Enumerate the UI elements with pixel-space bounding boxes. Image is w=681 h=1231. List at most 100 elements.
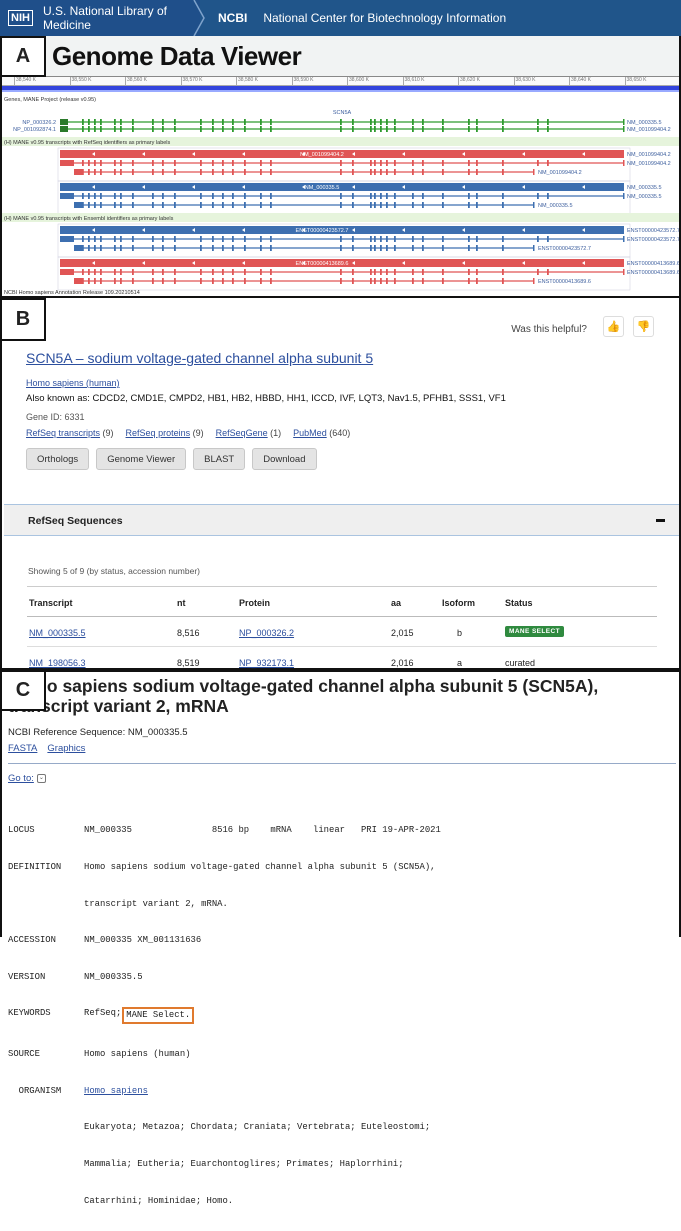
mane-transcript-exon — [260, 119, 262, 125]
protein-link[interactable]: NP_000326.2 — [239, 628, 294, 638]
transcript-exon — [232, 278, 234, 284]
transcript-label: NM_001099404.2 — [538, 170, 582, 176]
organism-link[interactable]: Homo sapiens (human) — [26, 378, 120, 388]
transcript-exon — [94, 202, 96, 208]
pubmed-link[interactable]: PubMed — [293, 428, 327, 438]
mane-select-highlight: MANE Select. — [122, 1007, 195, 1024]
mane-transcript-exon — [386, 119, 388, 125]
transcript-exon — [152, 202, 154, 208]
refseq-transcripts-link[interactable]: RefSeq transcripts — [26, 428, 100, 438]
ruler-tick-label: 38,570 K — [180, 77, 203, 86]
transcript-exon — [394, 160, 396, 166]
refseqgene-link[interactable]: RefSeqGene — [216, 428, 268, 438]
transcript-exon — [340, 269, 342, 275]
track-area[interactable]: Genes, MANE Project (release v0.95) SCN5A… — [2, 92, 680, 333]
transcript-exon — [152, 245, 154, 251]
transcript-exon — [374, 278, 376, 284]
ruler-tick-label: 38,580 K — [236, 77, 258, 86]
transcript-exon — [340, 202, 342, 208]
transcript-label: ENST00000423572.7 — [538, 246, 591, 252]
mane-transcript-exon — [82, 119, 84, 125]
organism-link[interactable]: Homo sapiens — [84, 1085, 148, 1097]
transcript-end — [533, 202, 535, 208]
transcript-exon — [82, 160, 84, 166]
genome-viewer-button[interactable]: Genome Viewer — [96, 448, 187, 470]
panel-b-gene-summary: Was this helpful? 👍 👎 SCN5A – sodium vol… — [0, 298, 681, 670]
thumbs-down-button[interactable]: 👎 — [633, 316, 654, 337]
transcript-exon — [352, 202, 354, 208]
ncbi-home-link[interactable]: NCBI — [218, 11, 247, 25]
mane-transcript-end — [623, 126, 625, 132]
transcript-exon — [132, 160, 134, 166]
transcript-exon — [232, 193, 234, 199]
transcript-exon — [502, 236, 504, 242]
transcript-exon — [114, 202, 116, 208]
transcript-link[interactable]: NM_198056.3 — [29, 658, 86, 668]
transcript-exon — [120, 160, 122, 166]
transcript-exon — [394, 245, 396, 251]
download-button[interactable]: Download — [252, 448, 317, 470]
gene-title-link[interactable]: SCN5A – sodium voltage-gated channel alp… — [26, 350, 373, 366]
transcript-exon — [442, 269, 444, 275]
transcript-exon — [352, 169, 354, 175]
thumbs-up-button[interactable]: 👍 — [603, 316, 624, 337]
goto-link[interactable]: Go to: — [8, 773, 34, 784]
transcript-exon — [340, 193, 342, 199]
mane-transcript-exon — [162, 126, 164, 132]
transcript-exon — [352, 245, 354, 251]
transcript-exon — [386, 278, 388, 284]
transcript-link[interactable]: NM_000335.5 — [29, 628, 86, 638]
transcript-exon — [200, 193, 202, 199]
gene-label: SCN5A — [333, 110, 352, 116]
orthologs-button[interactable]: Orthologs — [26, 448, 90, 470]
transcript-exon — [374, 269, 376, 275]
fasta-link[interactable]: FASTA — [8, 743, 37, 754]
transcript-exon — [200, 202, 202, 208]
transcript-end — [623, 193, 625, 199]
coordinate-ruler[interactable]: 38,540 K 38,550 K 38,560 K 38,570 K 38,580 K… — [2, 76, 679, 86]
graphics-link[interactable]: Graphics — [47, 743, 85, 754]
transcript-exon — [152, 278, 154, 284]
transcript-exon — [114, 193, 116, 199]
transcript-exon — [386, 160, 388, 166]
refseq-proteins-link[interactable]: RefSeq proteins — [126, 428, 191, 438]
protein-link[interactable]: NP_932173.1 — [239, 658, 294, 668]
feedback-prompt: Was this helpful? — [511, 324, 587, 335]
transcript-exon — [374, 193, 376, 199]
transcript-exon — [502, 245, 504, 251]
mane-transcript-exon — [537, 126, 539, 132]
transcript-exon — [174, 160, 176, 166]
panel-label-a: A — [0, 36, 46, 77]
nlm-home-link[interactable]: NIH U.S. National Library of Medicine — [0, 0, 205, 36]
transcript-end — [533, 278, 535, 284]
link-count: (1) — [270, 428, 282, 438]
ruler-tick-label: 38,610 K — [402, 77, 425, 86]
transcript-exon — [260, 278, 262, 284]
transcript-exon — [200, 160, 202, 166]
refseq-section-header[interactable]: RefSeq Sequences — [4, 504, 679, 536]
transcript-end — [623, 236, 625, 242]
mane-transcript-exon — [212, 126, 214, 132]
transcript-exon — [370, 269, 372, 275]
collapse-icon[interactable] — [656, 519, 665, 522]
mane-transcript-exon — [174, 126, 176, 132]
mane-transcript-exon — [200, 119, 202, 125]
showing-count: Showing 5 of 9 (by status, accession num… — [28, 566, 200, 576]
transcript-exon — [547, 193, 549, 199]
transcript-exon — [502, 269, 504, 275]
transcript-exon — [468, 202, 470, 208]
blast-button[interactable]: BLAST — [193, 448, 246, 470]
chevron-down-icon[interactable]: ⌄ — [36, 774, 46, 783]
gb-lineage: Catarrhini; Hominidae; Homo. — [84, 1195, 234, 1206]
mane-transcript-exon — [476, 119, 478, 125]
goto-menu[interactable]: Go to: ⌄ — [8, 773, 46, 784]
mane-transcript-exon — [340, 119, 342, 125]
transcript-exon — [412, 236, 414, 242]
transcript-exon — [132, 245, 134, 251]
transcript-exon — [100, 278, 102, 284]
transcript-exon — [212, 160, 214, 166]
divider — [8, 763, 676, 764]
transcript-exon — [174, 202, 176, 208]
gb-lineage: Eukaryota; Metazoa; Chordata; Craniata; … — [84, 1122, 431, 1133]
transcript-exon — [422, 245, 424, 251]
